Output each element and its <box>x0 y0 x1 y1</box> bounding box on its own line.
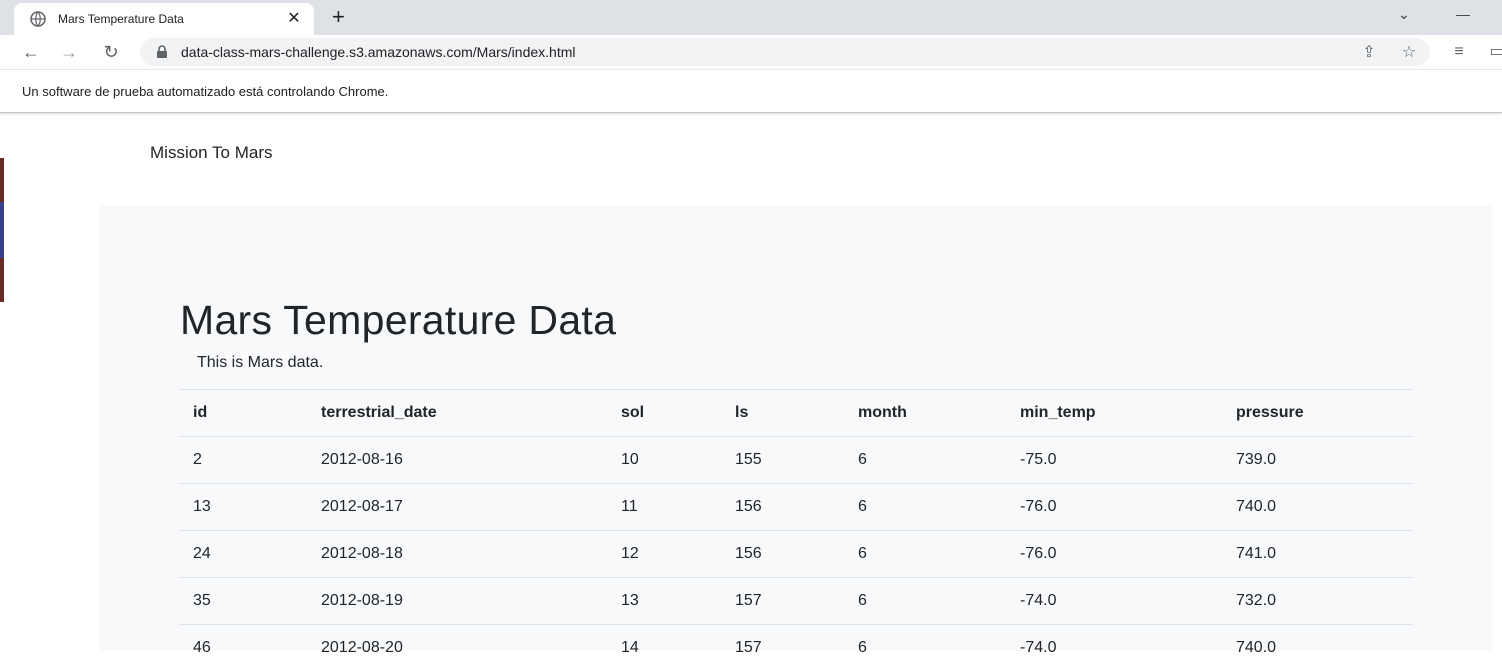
column-header: month <box>844 390 1006 437</box>
table-cell: 2012-08-16 <box>307 437 607 484</box>
table-row: 46 2012-08-20 14 157 6 -74.0 740.0 <box>179 625 1413 671</box>
table-cell: 6 <box>844 531 1006 578</box>
column-header: terrestrial_date <box>307 390 607 437</box>
chevron-down-icon[interactable]: ⌄ <box>1398 6 1410 23</box>
table-cell: 2 <box>179 437 307 484</box>
table-row: 24 2012-08-18 12 156 6 -76.0 741.0 <box>179 531 1413 578</box>
address-bar[interactable]: data-class-mars-challenge.s3.amazonaws.c… <box>140 38 1430 66</box>
content-panel: Mars Temperature Data This is Mars data.… <box>99 205 1492 651</box>
page-subtext: This is Mars data. <box>197 354 323 372</box>
back-arrow-icon[interactable]: ← <box>20 41 42 63</box>
column-header: sol <box>607 390 721 437</box>
table-cell: 35 <box>179 578 307 625</box>
left-edge-accent <box>0 202 4 258</box>
table-cell: 157 <box>721 625 844 671</box>
column-header: pressure <box>1222 390 1413 437</box>
table-cell: -76.0 <box>1006 484 1222 531</box>
table-cell: 2012-08-18 <box>307 531 607 578</box>
lock-icon <box>155 45 169 59</box>
new-tab-icon[interactable]: + <box>332 4 345 30</box>
automation-infobar: Un software de prueba automatizado está … <box>0 70 1502 113</box>
table-cell: 6 <box>844 484 1006 531</box>
table-cell: 10 <box>607 437 721 484</box>
table-cell: 6 <box>844 625 1006 671</box>
table-header-row: id terrestrial_date sol ls month min_tem… <box>179 390 1413 437</box>
table-cell: 740.0 <box>1222 625 1413 671</box>
table-cell: -74.0 <box>1006 578 1222 625</box>
url-text: data-class-mars-challenge.s3.amazonaws.c… <box>181 44 575 60</box>
table-cell: 12 <box>607 531 721 578</box>
column-header: min_temp <box>1006 390 1222 437</box>
table-row: 2 2012-08-16 10 155 6 -75.0 739.0 <box>179 437 1413 484</box>
infobar-text: Un software de prueba automatizado está … <box>22 84 388 99</box>
table-cell: 6 <box>844 578 1006 625</box>
tab-title: Mars Temperature Data <box>58 12 184 26</box>
media-control-icon[interactable]: ≡ <box>1450 43 1468 61</box>
table-cell: 157 <box>721 578 844 625</box>
browser-tab[interactable]: Mars Temperature Data ✕ <box>14 3 314 35</box>
table-row: 35 2012-08-19 13 157 6 -74.0 732.0 <box>179 578 1413 625</box>
table-cell: 732.0 <box>1222 578 1413 625</box>
table-cell: 14 <box>607 625 721 671</box>
table-cell: 6 <box>844 437 1006 484</box>
close-tab-icon[interactable]: ✕ <box>286 9 302 29</box>
table-cell: 13 <box>607 578 721 625</box>
minimize-icon[interactable]: — <box>1456 6 1470 22</box>
table-cell: 2012-08-17 <box>307 484 607 531</box>
table-cell: 155 <box>721 437 844 484</box>
table-cell: 11 <box>607 484 721 531</box>
table-cell: 2012-08-19 <box>307 578 607 625</box>
table-cell: 46 <box>179 625 307 671</box>
browser-toolbar: ← → ↻ data-class-mars-challenge.s3.amazo… <box>0 35 1502 70</box>
navbar-brand[interactable]: Mission To Mars <box>150 143 273 163</box>
column-header: id <box>179 390 307 437</box>
table-cell: 740.0 <box>1222 484 1413 531</box>
bookmark-star-icon[interactable]: ☆ <box>1400 44 1418 62</box>
tab-strip: Mars Temperature Data ✕ + ⌄ — <box>0 0 1502 35</box>
table-cell: -75.0 <box>1006 437 1222 484</box>
mars-data-table: id terrestrial_date sol ls month min_tem… <box>179 389 1413 671</box>
page-title: Mars Temperature Data <box>180 297 616 344</box>
reload-icon[interactable]: ↻ <box>100 41 122 63</box>
table-cell: 2012-08-20 <box>307 625 607 671</box>
table-cell: 24 <box>179 531 307 578</box>
left-edge-strip <box>0 158 4 302</box>
table-cell: 156 <box>721 484 844 531</box>
table-row: 13 2012-08-17 11 156 6 -76.0 740.0 <box>179 484 1413 531</box>
column-header: ls <box>721 390 844 437</box>
share-icon[interactable]: ⇪ <box>1360 44 1378 62</box>
table-cell: -76.0 <box>1006 531 1222 578</box>
forward-arrow-icon[interactable]: → <box>58 41 80 63</box>
table-cell: 741.0 <box>1222 531 1413 578</box>
side-panel-icon[interactable]: ▭ <box>1488 43 1502 61</box>
table-cell: 156 <box>721 531 844 578</box>
globe-icon <box>30 11 46 27</box>
table-cell: -74.0 <box>1006 625 1222 671</box>
table-cell: 13 <box>179 484 307 531</box>
table-cell: 739.0 <box>1222 437 1413 484</box>
